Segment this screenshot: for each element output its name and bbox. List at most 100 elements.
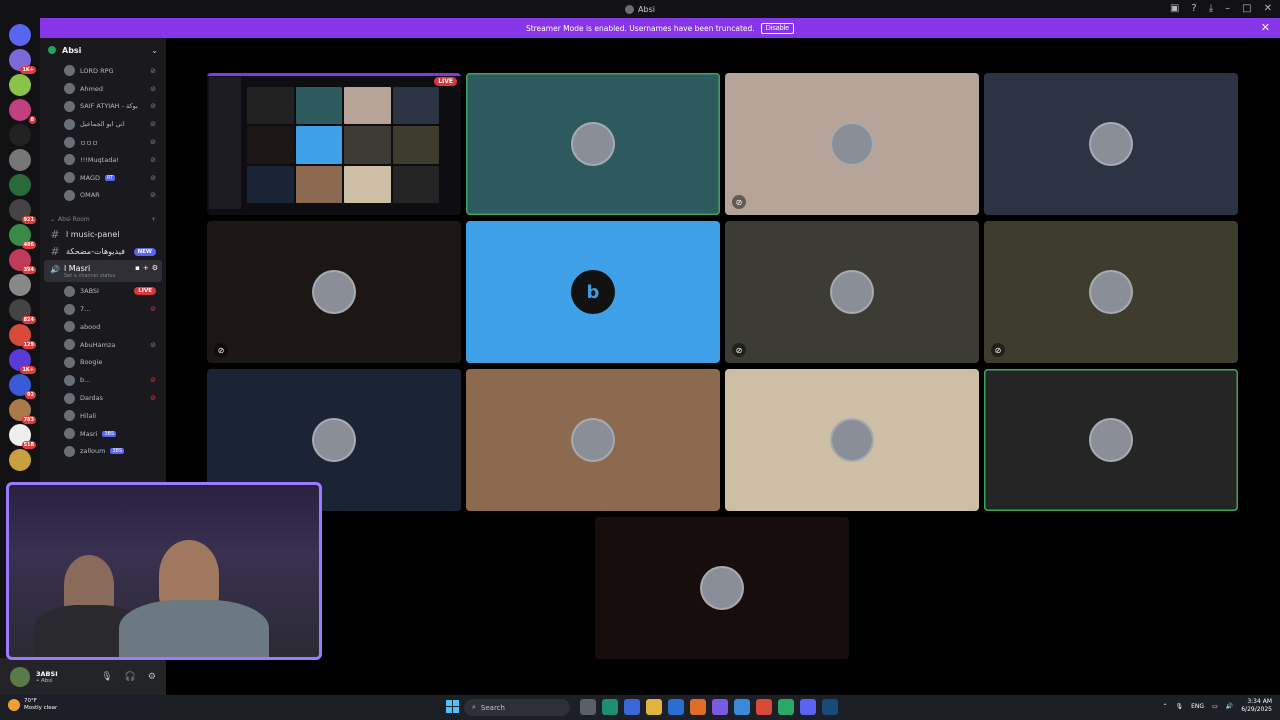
app-icon[interactable] — [690, 699, 706, 715]
stream-progress-bar — [207, 73, 461, 76]
member-row[interactable]: Hilali — [40, 407, 166, 425]
participant-tile[interactable] — [466, 73, 720, 215]
participant-tile[interactable] — [984, 73, 1238, 215]
avatar[interactable] — [10, 666, 30, 687]
server-header[interactable]: Absi ⌄ — [40, 38, 166, 62]
invite-icon[interactable]: + — [143, 264, 149, 272]
chat-icon[interactable]: ▪ — [135, 264, 140, 272]
member-row[interactable]: AbuHamza ⊘ — [40, 336, 166, 354]
close-icon[interactable]: ✕ — [1261, 21, 1270, 34]
settings-icon[interactable]: ⚙ — [152, 264, 158, 272]
store-icon[interactable] — [668, 699, 684, 715]
server-icon[interactable]: 8 — [9, 99, 36, 124]
chevron-down-icon: ⌄ — [151, 45, 158, 55]
member-row[interactable]: SAIF ATYIAH - بوكة ⊘ — [40, 98, 166, 116]
server-icon[interactable] — [9, 274, 31, 296]
server-icon[interactable] — [9, 174, 31, 196]
server-icon[interactable]: 394 — [9, 249, 36, 274]
stream-tile[interactable]: LIVE — [207, 73, 461, 215]
steam-icon[interactable] — [822, 699, 838, 715]
member-row[interactable]: 3ABSI LIVE — [40, 282, 166, 300]
member-row[interactable]: MAGD RT ⊘ — [40, 169, 166, 187]
chrome-icon[interactable] — [756, 699, 772, 715]
discord-icon[interactable] — [800, 699, 816, 715]
minimize-button[interactable]: – — [1225, 3, 1230, 14]
help-icon[interactable]: ? — [1191, 3, 1196, 14]
member-row[interactable]: ㅁㅁㅁ ⊘ — [40, 133, 166, 151]
chevron-up-icon[interactable]: ⌃ — [1162, 703, 1167, 710]
voice-channel-status[interactable]: Set a channel status — [64, 273, 162, 279]
server-icon[interactable]: 486 — [9, 224, 36, 249]
microphone-icon[interactable]: 🎙 — [1176, 703, 1184, 710]
clock[interactable]: 3:34 AM 6/29/2025 — [1241, 698, 1272, 714]
browser-icon[interactable] — [624, 699, 640, 715]
disable-streamer-mode-button[interactable]: Disable — [760, 22, 795, 34]
task-view-icon[interactable] — [580, 699, 596, 715]
file-explorer-icon[interactable] — [646, 699, 662, 715]
inbox-icon[interactable]: ▣ — [1170, 3, 1179, 14]
channel-item[interactable]: # l music-panel — [40, 226, 166, 243]
edge-icon[interactable] — [602, 699, 618, 715]
close-window-button[interactable]: ✕ — [1264, 3, 1272, 14]
server-icon[interactable] — [9, 149, 31, 171]
member-name: zalloum — [80, 447, 106, 456]
member-row[interactable]: Masri 3BS — [40, 425, 166, 443]
avatar — [64, 189, 75, 201]
server-icon[interactable]: 1K+ — [9, 349, 36, 374]
settings-icon[interactable]: ⚙ — [148, 672, 156, 682]
server-icon[interactable] — [9, 124, 31, 146]
server-icon[interactable]: 1K+ — [9, 49, 36, 74]
member-row[interactable]: Dardas ⊘ — [40, 389, 166, 407]
member-row[interactable]: zalloum 3BS — [40, 443, 166, 461]
member-row[interactable]: Ahmed ⊘ — [40, 80, 166, 98]
network-icon[interactable]: ▭ — [1212, 703, 1218, 710]
maximize-button[interactable]: □ — [1242, 3, 1251, 14]
member-row[interactable]: b... ⊘ — [40, 371, 166, 389]
server-icon[interactable]: 92 — [9, 374, 36, 399]
server-icon[interactable] — [9, 24, 31, 46]
channel-item[interactable]: # فيديوهات-مضحكة NEW — [40, 243, 166, 260]
member-row[interactable]: اني ابو الجماعيل ⊘ — [40, 115, 166, 133]
participant-tile[interactable] — [466, 369, 720, 511]
role-tag: RT — [104, 174, 116, 181]
microphone-icon[interactable]: 🎙 — [101, 672, 112, 682]
taskbar-search[interactable]: ⌕ Search — [464, 699, 570, 716]
participant-tile[interactable] — [595, 517, 849, 659]
notes-icon[interactable] — [734, 699, 750, 715]
server-icon[interactable]: 783 — [9, 399, 36, 424]
server-icon[interactable] — [9, 449, 31, 471]
member-row[interactable]: !!!Muqtada! ⊘ — [40, 151, 166, 169]
category-header[interactable]: ⌄ Absi Room + — [40, 212, 166, 226]
volume-icon[interactable]: 🔊 — [1226, 703, 1233, 710]
participant-tile[interactable]: ⊘ — [725, 73, 979, 215]
app-icon[interactable] — [778, 699, 794, 715]
server-icon[interactable] — [9, 74, 31, 96]
hash-icon: # — [50, 228, 60, 242]
participant-tile[interactable]: ⊘ — [984, 221, 1238, 363]
server-icon[interactable]: 129 — [9, 324, 36, 349]
participant-tile[interactable]: ⊘ — [725, 221, 979, 363]
webcam-overlay — [6, 482, 322, 660]
add-channel-icon[interactable]: + — [151, 216, 156, 223]
weather-widget[interactable]: 70°F Mostly clear — [8, 698, 57, 712]
start-button[interactable] — [446, 700, 459, 713]
participant-tile[interactable]: b — [466, 221, 720, 363]
server-icon[interactable]: 824 — [9, 299, 36, 324]
server-icon[interactable]: 518 — [9, 424, 36, 449]
headphones-icon[interactable]: 🎧 — [125, 672, 136, 682]
language-indicator[interactable]: ENG — [1191, 703, 1204, 710]
participant-tile[interactable] — [984, 369, 1238, 511]
member-row[interactable]: abood — [40, 318, 166, 336]
member-row[interactable]: 7... ⊘ — [40, 300, 166, 318]
member-row[interactable]: OMAR ⊘ — [40, 187, 166, 205]
member-row[interactable]: Boogie — [40, 354, 166, 372]
download-icon[interactable]: ⤓ — [1209, 3, 1213, 14]
member-row[interactable]: LORD RPG ⊘ — [40, 62, 166, 80]
participant-tile[interactable]: ⊘ — [207, 221, 461, 363]
avatar — [64, 83, 75, 95]
avatar — [64, 428, 75, 440]
participant-tile[interactable] — [725, 369, 979, 511]
voice-channel[interactable]: 🔊 l Masri Set a channel status ▪ + ⚙ — [44, 260, 162, 283]
app-icon[interactable] — [712, 699, 728, 715]
server-icon[interactable]: 921 — [9, 199, 36, 224]
